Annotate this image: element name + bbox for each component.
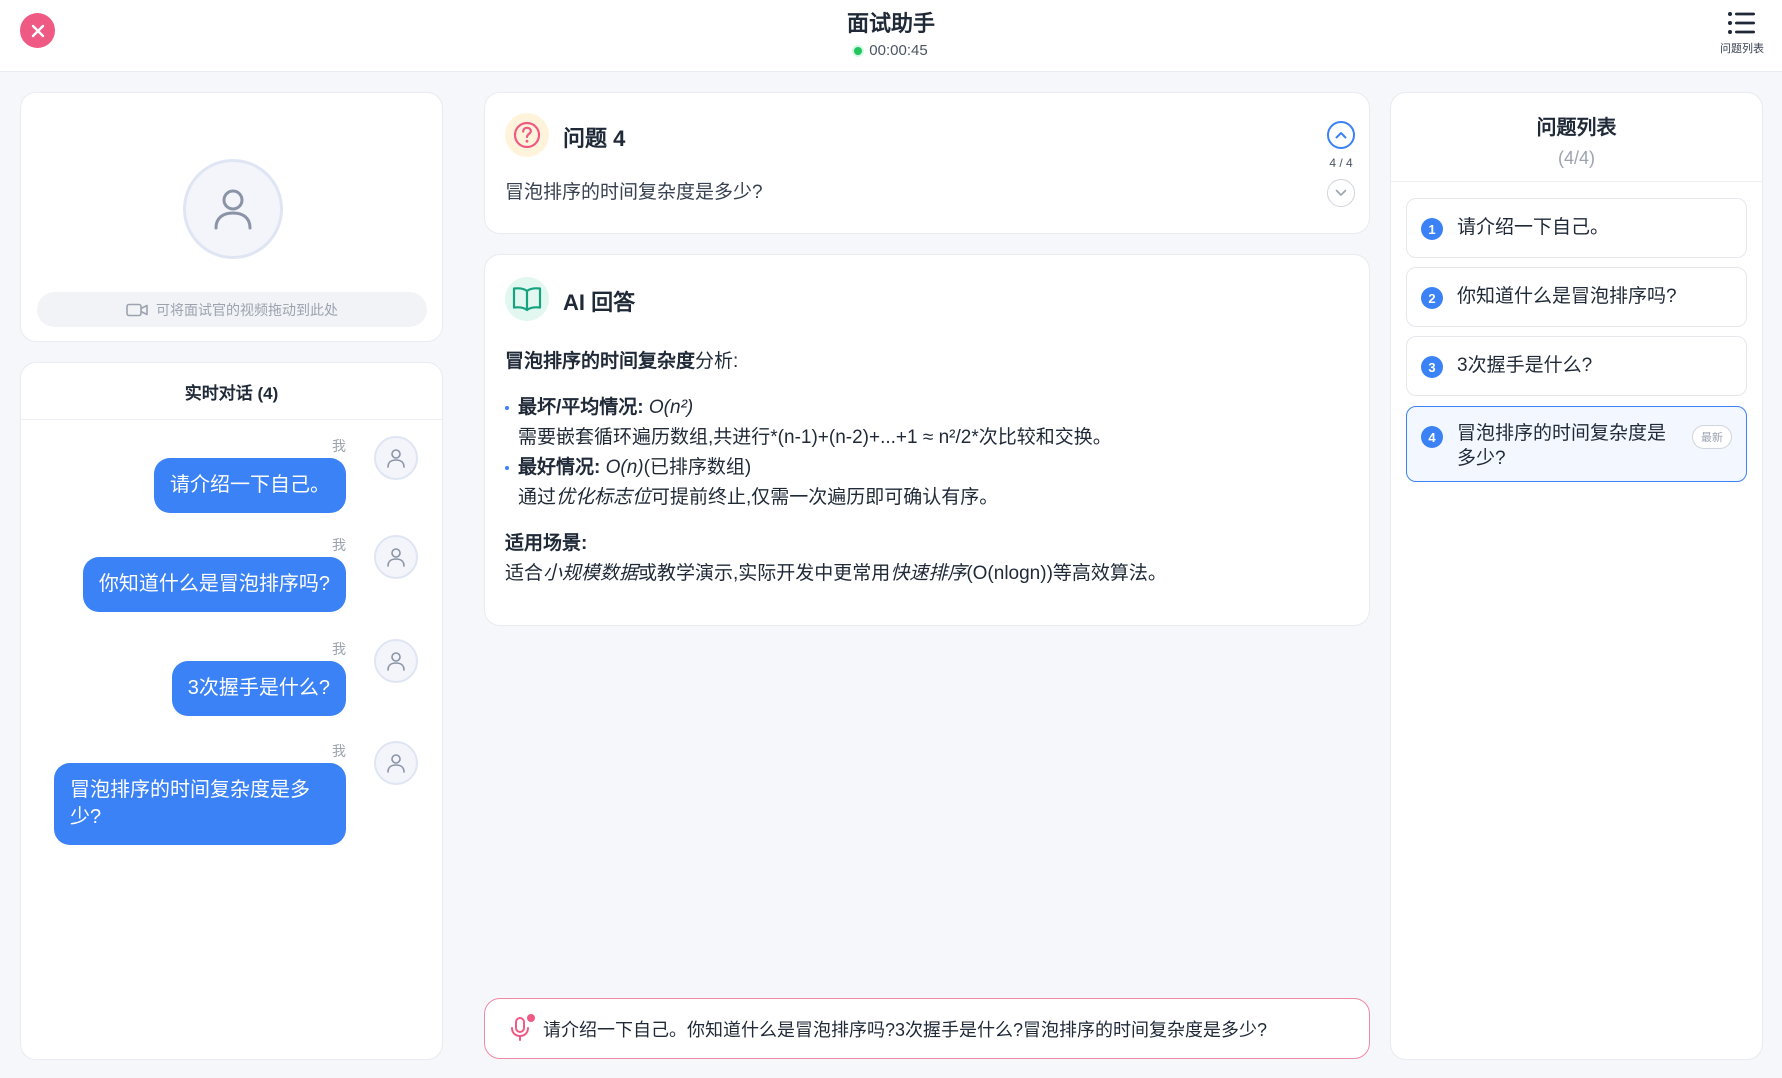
scenario-label: 适用场景:: [505, 529, 1345, 559]
scenario-emphasis-2: 快速排序: [890, 563, 967, 584]
session-timer: 00:00:45: [0, 42, 1782, 59]
question-label-line: 冒泡排序的时间复杂度是: [1457, 423, 1667, 444]
best-desc-pre: 通过: [518, 487, 557, 508]
question-text: 冒泡排序的时间复杂度是多少?: [505, 182, 763, 203]
video-drop-zone[interactable]: 可将面试官的视频拖动到此处: [37, 292, 427, 327]
worst-case-label: 最坏/平均情况:: [518, 397, 644, 418]
message-sender: 我: [332, 537, 346, 553]
user-icon: [387, 449, 405, 468]
menu-list-icon: [1728, 12, 1755, 34]
message-sender: 我: [332, 641, 346, 657]
answer-title: AI 回答: [563, 290, 636, 315]
chat-message: 我 3次握手是什么?: [19, 639, 418, 719]
previous-question-button[interactable]: [1327, 121, 1355, 149]
answer-intro-bold: 冒泡排序的时间复杂度: [505, 351, 696, 372]
question-list-button[interactable]: 问题列表: [1716, 10, 1768, 60]
question-list-item-active[interactable]: 4 冒泡排序的时间复杂度是 多少? 最新: [1406, 406, 1747, 482]
scenario-label-text: 适用场景:: [505, 533, 588, 554]
question-number-badge: 1: [1421, 218, 1443, 240]
best-case-value: O(n): [605, 457, 644, 478]
worst-case-item: 最坏/平均情况: O(n²): [505, 393, 1345, 423]
question-list-button-label: 问题列表: [1720, 43, 1764, 55]
question-number-badge: 4: [1421, 426, 1443, 448]
transcript-text: 请介绍一下自己。你知道什么是冒泡排序吗?3次握手是什么?冒泡排序的时间复杂度是多…: [543, 1019, 1268, 1040]
question-circle-icon: [513, 121, 541, 149]
user-icon: [214, 189, 252, 230]
worst-case-value: O(n²): [648, 397, 694, 418]
question-list-item-label: 3次握手是什么?: [1457, 355, 1593, 376]
message-bubble: 你知道什么是冒泡排序吗?: [82, 557, 346, 612]
scenario-desc: 适合小规模数据或教学演示,实际开发中更常用快速排序(O(nlogn))等高效算法…: [505, 559, 1345, 589]
scenario-post: (O(nlogn))等高效算法。: [966, 563, 1167, 584]
interviewer-video-panel[interactable]: 可将面试官的视频拖动到此处: [20, 92, 443, 342]
message-line: 少?: [70, 806, 102, 828]
answer-body: 冒泡排序的时间复杂度分析: 最坏/平均情况: O(n²) 需要嵌套循环遍历数组,…: [505, 347, 1345, 589]
chevron-down-icon: [1335, 189, 1347, 196]
question-list-item[interactable]: 2 你知道什么是冒泡排序吗?: [1406, 267, 1747, 327]
question-list-item[interactable]: 1 请介绍一下自己。: [1406, 198, 1747, 258]
question-list-count: (4/4): [1557, 148, 1595, 168]
best-case-item: 最好情况: O(n)(已排序数组): [505, 453, 1345, 483]
answer-intro-rest: 分析:: [695, 351, 739, 372]
question-list-title: 问题列表: [1536, 117, 1617, 139]
question-list-item-label: 冒泡排序的时间复杂度是 多少?: [1457, 421, 1666, 471]
user-icon: [387, 754, 405, 773]
user-avatar: [374, 436, 418, 480]
chat-message: 我 请介绍一下自己。: [19, 436, 418, 516]
best-desc-emphasis: 优化标志位: [556, 487, 652, 508]
question-number-badge: 2: [1421, 287, 1443, 309]
chat-message: 我 你知道什么是冒泡排序吗?: [19, 535, 418, 615]
message-bubble: 冒泡排序的时间复杂度是多 少?: [54, 763, 346, 845]
best-case-note: (已排序数组): [643, 457, 752, 478]
user-avatar: [374, 639, 418, 683]
worst-case-desc: 需要嵌套循环遍历数组,共进行*(n-1)+(n-2)+...+1 ≈ n²/2*…: [518, 427, 1112, 448]
scenario-pre: 适合: [505, 563, 544, 584]
message-line: 冒泡排序的时间复杂度是多: [70, 779, 310, 801]
best-case-desc: 通过优化标志位可提前终止,仅需一次遍历即可确认有序。: [505, 483, 1345, 513]
book-open-icon: [512, 287, 542, 312]
video-drop-hint: 可将面试官的视频拖动到此处: [156, 301, 338, 318]
message-bubble: 请介绍一下自己。: [154, 458, 346, 513]
video-camera-icon: [126, 303, 148, 316]
best-desc-post: 可提前终止,仅需一次遍历即可确认有序。: [651, 487, 999, 508]
question-icon-badge: [505, 113, 549, 157]
question-list-item-label: 请介绍一下自己。: [1457, 217, 1610, 238]
ai-answer-panel: AI 回答 冒泡排序的时间复杂度分析: 最坏/平均情况: O(n²) 需要嵌套循…: [484, 254, 1370, 626]
question-title: 问题 4: [563, 126, 626, 151]
question-list-panel: 问题列表 (4/4) 1 请介绍一下自己。 2 你知道什么是冒泡排序吗? 3 3…: [1390, 92, 1763, 1060]
top-bar: 面试助手 00:00:45 问题列表: [0, 0, 1782, 72]
user-icon: [387, 548, 405, 567]
question-list-header: 问题列表 (4/4): [1391, 93, 1762, 182]
answer-intro: 冒泡排序的时间复杂度分析:: [505, 347, 1345, 377]
timer-text: 00:00:45: [869, 42, 928, 59]
question-list-item[interactable]: 3 3次握手是什么?: [1406, 336, 1747, 396]
recording-status-dot: [854, 46, 863, 55]
next-question-button[interactable]: [1327, 179, 1355, 207]
answer-icon-badge: [505, 277, 549, 321]
latest-badge: 最新: [1692, 425, 1732, 449]
live-transcript-bar[interactable]: 请介绍一下自己。你知道什么是冒泡排序吗?3次握手是什么?冒泡排序的时间复杂度是多…: [484, 998, 1370, 1059]
message-sender: 我: [332, 438, 346, 454]
realtime-chat-panel: 实时对话 (4) 我 请介绍一下自己。 我 你知道什么是冒泡排序吗? 我 3次握…: [20, 362, 443, 1060]
app-title: 面试助手: [846, 11, 935, 36]
microphone-button[interactable]: [509, 1013, 535, 1042]
chevron-up-icon: [1335, 132, 1347, 139]
interviewer-avatar: [183, 159, 283, 259]
message-sender: 我: [332, 743, 346, 759]
question-label-line: 多少?: [1457, 448, 1506, 469]
recording-indicator: [527, 1013, 535, 1022]
scenario-emphasis-1: 小规模数据: [543, 563, 639, 584]
user-icon: [387, 652, 405, 671]
best-case-label: 最好情况:: [518, 457, 601, 478]
current-question-panel: 问题 4 冒泡排序的时间复杂度是多少? 4 / 4: [484, 92, 1370, 234]
question-number-badge: 3: [1421, 356, 1443, 378]
chat-title: 实时对话 (4): [21, 363, 442, 420]
user-avatar: [374, 741, 418, 785]
question-list-item-label: 你知道什么是冒泡排序吗?: [1457, 286, 1677, 307]
message-bubble: 3次握手是什么?: [171, 661, 346, 716]
question-position: 4 / 4: [1329, 156, 1353, 170]
user-avatar: [374, 535, 418, 579]
chat-message: 我 冒泡排序的时间复杂度是多 少?: [19, 741, 418, 851]
scenario-mid: 或教学演示,实际开发中更常用: [638, 563, 891, 584]
